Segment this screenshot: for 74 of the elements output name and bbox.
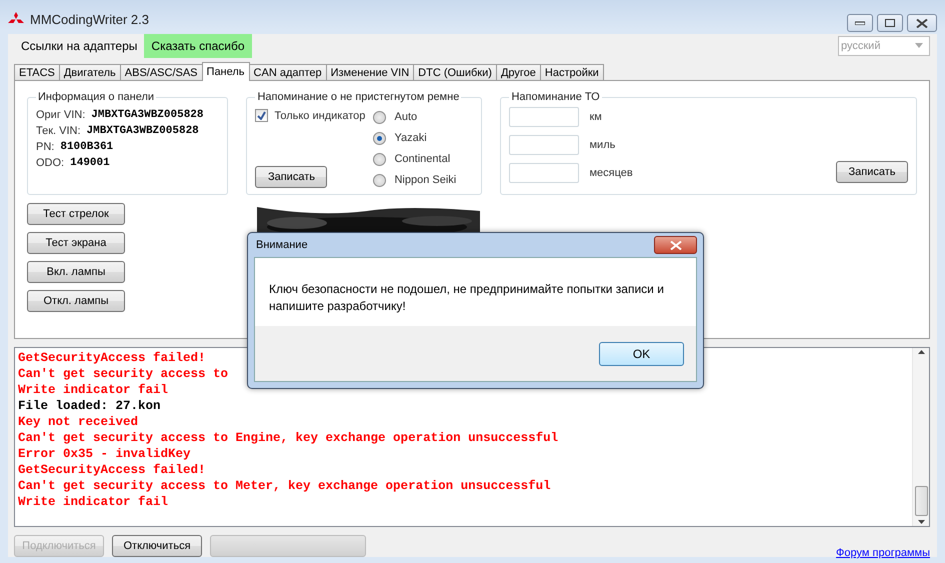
log-line: Can't get security access to Meter, key exchange operation unsuccessful xyxy=(18,478,551,494)
test-button[interactable]: Откл. лампы xyxy=(27,290,125,312)
field-label: Тек. VIN: xyxy=(36,125,81,137)
log-line: Key not received xyxy=(18,414,138,430)
tab[interactable]: Панель xyxy=(202,62,250,81)
caret-icon xyxy=(912,43,926,49)
logo-icon xyxy=(8,12,24,26)
close-button[interactable] xyxy=(654,236,697,254)
radio-label: Nippon Seiki xyxy=(394,174,456,186)
minimize-icon xyxy=(855,21,865,25)
tab[interactable]: Изменение VIN xyxy=(326,64,414,81)
tab[interactable]: Двигатель xyxy=(58,64,121,81)
radio-button[interactable] xyxy=(373,152,386,166)
checkbox[interactable] xyxy=(255,109,268,122)
window-title: MMCodingWriter 2.3 xyxy=(30,12,149,26)
tab[interactable]: Другое xyxy=(496,64,541,81)
field-label: PN: xyxy=(36,141,54,153)
menu-item[interactable]: Ссылки на адаптеры xyxy=(14,34,144,58)
dialog-title: Внимание xyxy=(256,239,308,251)
write-button[interactable]: Записать xyxy=(836,161,908,183)
input-field[interactable] xyxy=(509,163,580,183)
checkbox-label: Только индикатор xyxy=(274,110,366,122)
radio-button[interactable] xyxy=(373,132,386,144)
field-value: JMBXTGA3WBZ005828 xyxy=(91,109,204,121)
unit-label: месяцев xyxy=(589,167,633,179)
field-value: 149001 xyxy=(70,157,110,169)
log-line: Can't get security access to Engine, key exchange operation unsuccessful xyxy=(18,430,558,446)
input-field[interactable] xyxy=(509,135,580,155)
maximize-icon xyxy=(885,19,895,27)
log-line: Error 0x35 - invalidKey xyxy=(18,446,191,462)
radio-label: Yazaki xyxy=(394,132,427,144)
log-line: Can't get security access to xyxy=(18,366,228,382)
log-line: File loaded: 27.kon xyxy=(18,398,161,414)
forum-link[interactable]: Форум программы xyxy=(836,547,930,559)
scroll-thumb[interactable] xyxy=(914,486,928,516)
group-title: Напоминание ТО xyxy=(510,91,601,103)
menu-item[interactable]: Сказать спасибо xyxy=(144,34,252,58)
close-button[interactable] xyxy=(907,14,937,32)
group-title: Информация о панели xyxy=(37,91,156,103)
radio-button[interactable] xyxy=(373,174,386,186)
ok-button[interactable]: OK xyxy=(599,342,684,366)
test-button[interactable]: Тест стрелок xyxy=(27,203,125,225)
scrollbar[interactable] xyxy=(912,348,929,526)
disconnect-button[interactable]: Отключиться xyxy=(112,535,202,557)
maximize-button[interactable] xyxy=(877,14,903,32)
radio-label: Continental xyxy=(394,153,450,165)
close-icon xyxy=(916,18,928,28)
tab[interactable]: ABS/ASC/SAS xyxy=(120,64,203,81)
tab[interactable]: ETACS xyxy=(14,64,60,81)
test-button[interactable]: Тест экрана xyxy=(27,232,125,254)
log-line: Write indicator fail xyxy=(18,494,168,510)
field-value: 8100B361 xyxy=(60,141,114,153)
log-line: GetSecurityAccess failed! xyxy=(18,462,206,478)
field-value: JMBXTGA3WBZ005828 xyxy=(86,125,199,137)
field-label: Ориг VIN: xyxy=(36,109,86,121)
scroll-down-icon[interactable] xyxy=(918,520,924,524)
test-button[interactable]: Вкл. лампы xyxy=(27,261,125,283)
unit-label: миль xyxy=(589,139,616,151)
unit-label: км xyxy=(589,111,602,123)
log-line: GetSecurityAccess failed! xyxy=(18,350,206,366)
group-title: Напоминание о не пристегнутом ремне xyxy=(256,91,460,103)
log-line: Write indicator fail xyxy=(18,382,168,398)
dialog-message: Ключ безопасности не подошел, не предпринимайте попытки записи и напишите разработчику! xyxy=(268,281,665,315)
radio-label: Auto xyxy=(394,111,418,123)
input-field[interactable] xyxy=(509,107,580,127)
tab[interactable]: DTC (Ошибки) xyxy=(413,64,497,81)
field-label: ODO: xyxy=(36,157,64,169)
close-icon xyxy=(670,240,682,250)
write-button[interactable]: Записать xyxy=(255,166,328,188)
tab[interactable]: CAN адаптер xyxy=(248,64,327,81)
tab[interactable]: Настройки xyxy=(540,64,604,81)
minimize-button[interactable] xyxy=(847,14,873,32)
scroll-up-icon[interactable] xyxy=(918,350,924,354)
radio-button[interactable] xyxy=(373,110,386,124)
